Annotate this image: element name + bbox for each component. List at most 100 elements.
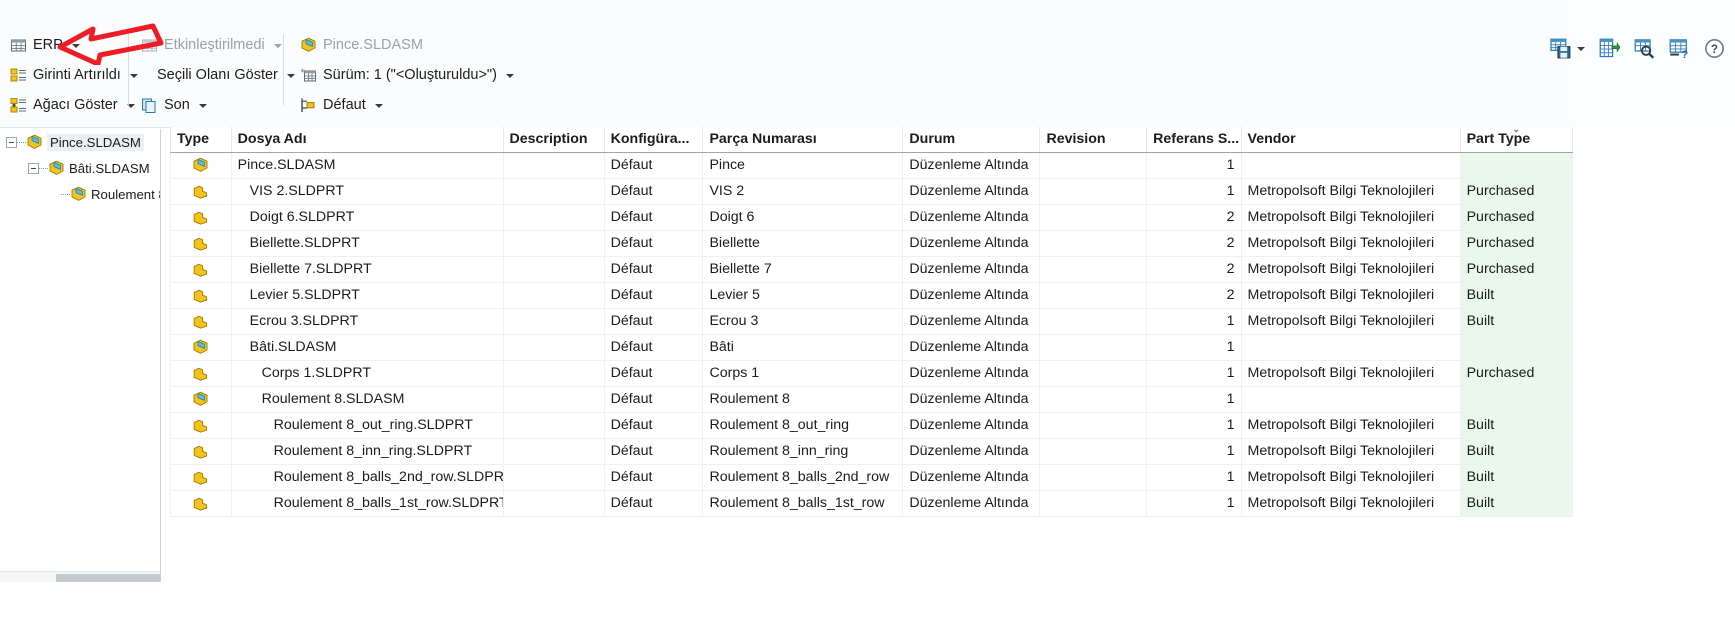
table-row[interactable]: Roulement 8.SLDASM Défaut Roulement 8 Düzen… [170, 386, 1574, 413]
chevron-down-icon[interactable] [198, 103, 207, 108]
cell-desc [503, 308, 605, 335]
cell-rev [1039, 490, 1148, 517]
bom-table-container[interactable]: Type Dosya Adı Description Konfigüra... Parç… [170, 127, 1735, 577]
cell-file-name-label: Pince.SLDASM [237, 157, 336, 173]
assembly-tree-panel[interactable]: Pince.SLDASM Bâti.SLDASM Roulement 8.S [0, 129, 161, 582]
table-row[interactable]: Roulement 8_out_ring.SLDPRT Défaut Rouleme… [170, 412, 1574, 439]
cell-vendor [1241, 386, 1461, 413]
cell-type [170, 334, 232, 361]
cell-durum-label: Düzenleme Altında [909, 183, 1029, 199]
column-header-label: Durum [909, 131, 956, 148]
table-row[interactable]: Biellette.SLDPRT Défaut Biellette Düzenleme… [170, 230, 1574, 257]
toolbar-item-girinti-art-r-ld[interactable]: Girinti Artırıldı [4, 64, 138, 87]
table-row[interactable]: VIS 2.SLDPRT Défaut VIS 2 Düzenleme Altında… [170, 178, 1574, 205]
table-properties-button[interactable]: ? [1669, 38, 1690, 59]
cell-part-label: Ecrou 3 [709, 313, 759, 329]
table-row[interactable]: Levier 5.SLDPRT Défaut Levier 5 Düzenleme A… [170, 282, 1574, 309]
toolbar-item-label: Girinti Artırıldı [33, 67, 121, 84]
table-row[interactable]: Ecrou 3.SLDPRT Défaut Ecrou 3 Düzenleme Alt… [170, 308, 1574, 335]
table-row[interactable]: Doigt 6.SLDPRT Défaut Doigt 6 Düzenleme Alt… [170, 204, 1574, 231]
find-in-table-button[interactable] [1634, 38, 1655, 59]
toolbar-item-erp[interactable]: ERP [4, 34, 128, 57]
toolbar-separator-1 [128, 34, 129, 105]
table-row[interactable]: Corps 1.SLDPRT Défaut Corps 1 Düzenleme Alt… [170, 360, 1574, 387]
column-header-name[interactable]: Dosya Adı [231, 127, 504, 153]
assembly-box-icon [70, 186, 87, 203]
cell-durum-label: Düzenleme Altında [909, 287, 1029, 303]
tree-node-roulement-8-s[interactable]: Roulement 8.S [0, 181, 160, 207]
column-header-type[interactable]: Type [170, 127, 232, 153]
export-to-excel-button[interactable] [1599, 38, 1620, 59]
column-header-rev[interactable]: Revision [1039, 127, 1148, 153]
cell-part-label: Roulement 8_inn_ring [709, 443, 849, 459]
chevron-down-icon[interactable] [71, 43, 80, 48]
column-header-ptype[interactable]: ⌄ Part Type [1460, 127, 1574, 153]
cell-conf: Défaut [604, 152, 704, 179]
toolbar-item-etkinle-tirilmedi[interactable]: Etkinleştirilmedi [135, 34, 283, 57]
cell-durum: Düzenleme Altında [902, 308, 1041, 335]
cell-ref: 1 [1146, 360, 1242, 387]
tree-collapse-toggle[interactable] [28, 162, 39, 174]
column-header-label: Dosya Adı [237, 131, 307, 148]
cell-durum-label: Düzenleme Altında [909, 469, 1029, 485]
toolbar-item-pince-sldasm[interactable]: Pince.SLDASM [294, 34, 504, 57]
cell-part-label: Roulement 8_out_ring [709, 417, 850, 433]
chevron-down-icon[interactable] [374, 103, 383, 108]
cell-part-label: Roulement 8 [709, 391, 790, 407]
column-header-part[interactable]: Parça Numarası [702, 127, 904, 153]
toolbar-item-a-ac-g-ster[interactable]: Ağacı Göster [4, 94, 135, 117]
cell-desc [503, 230, 605, 257]
table-row[interactable]: Pince.SLDASM Défaut Pince Düzenleme Altında… [170, 152, 1574, 179]
tree-node-pince-sldasm[interactable]: Pince.SLDASM [0, 129, 160, 155]
toolbar-item-se-ili-olan-g-ster[interactable]: Seçili Olanı Göster [135, 64, 295, 87]
table-row[interactable]: Bâti.SLDASM Défaut Bâti Düzenleme Altında 1 [170, 334, 1574, 361]
column-header-ref[interactable]: Referans S... [1146, 127, 1242, 153]
cell-ref: 2 [1146, 230, 1242, 257]
cell-conf-label: Défaut [610, 417, 653, 433]
cell-ref-label: 1 [1226, 469, 1235, 485]
save-bom-button[interactable] [1550, 38, 1585, 59]
cell-conf: Défaut [604, 256, 704, 283]
tree-horizontal-scrollbar[interactable] [0, 571, 160, 582]
cell-vendor-label: Metropolsoft Bilgi Teknolojileri [1247, 313, 1435, 329]
toolbar-item-son[interactable]: Son [135, 94, 283, 117]
table-row[interactable]: Roulement 8_inn_ring.SLDPRT Défaut Rouleme… [170, 438, 1574, 465]
cell-conf: Défaut [604, 438, 704, 465]
cell-ptype: Purchased [1460, 204, 1574, 231]
cell-durum-label: Düzenleme Altında [909, 313, 1029, 329]
help-button[interactable]: ? [1704, 38, 1725, 59]
cell-type [170, 178, 232, 205]
column-header-conf[interactable]: Konfigüra... [604, 127, 704, 153]
column-header-durum[interactable]: Durum [902, 127, 1041, 153]
cell-file-name-label: Ecrou 3.SLDPRT [249, 313, 359, 329]
column-header-label: Revision [1046, 131, 1106, 148]
table-row[interactable]: Biellette 7.SLDPRT Défaut Biellette 7 Düzen… [170, 256, 1574, 283]
part-block-icon [177, 209, 225, 226]
cell-ref: 1 [1146, 334, 1242, 361]
column-header-vendor[interactable]: Vendor [1241, 127, 1461, 153]
cell-vendor-label: Metropolsoft Bilgi Teknolojileri [1247, 469, 1435, 485]
toolbar-group-display: ERP Girinti Artırıldı Ağacı Göster [4, 0, 138, 117]
column-header-desc[interactable]: Description [503, 127, 605, 153]
cell-part-label: VIS 2 [709, 183, 745, 199]
tree-collapse-toggle[interactable] [6, 136, 17, 148]
cell-file-name: Biellette 7.SLDPRT [231, 256, 504, 283]
toolbar-item-d-faut[interactable]: Défaut [294, 94, 504, 117]
cell-vendor: Metropolsoft Bilgi Teknolojileri [1241, 204, 1461, 231]
table-row[interactable]: Roulement 8_balls_2nd_row.SLDPRT Défaut Ro… [170, 464, 1574, 491]
chevron-down-icon[interactable] [273, 43, 282, 48]
cell-conf: Défaut [604, 178, 704, 205]
cell-type [170, 360, 232, 387]
cell-ptype: Purchased [1460, 178, 1574, 205]
cell-rev [1039, 178, 1148, 205]
tree-scrollbar-thumb[interactable] [56, 574, 160, 582]
chevron-down-icon[interactable] [1577, 46, 1585, 51]
chevron-down-icon[interactable] [505, 73, 514, 78]
table-row[interactable]: Roulement 8_balls_1st_row.SLDPRT Défaut Ro… [170, 490, 1574, 517]
toolbar-item-label: Seçili Olanı Göster [157, 67, 278, 84]
cell-file-name-label: Bâti.SLDASM [249, 339, 337, 355]
cell-file-name-label: Roulement 8_balls_2nd_row.SLDPRT [273, 469, 504, 485]
tree-node-b-ti-sldasm[interactable]: Bâti.SLDASM [0, 155, 160, 181]
toolbar-item-s-r-m-1-olu-turuldu[interactable]: Sürüm: 1 ("<Oluşturuldu>") [294, 64, 514, 87]
cell-conf-label: Défaut [610, 261, 653, 277]
